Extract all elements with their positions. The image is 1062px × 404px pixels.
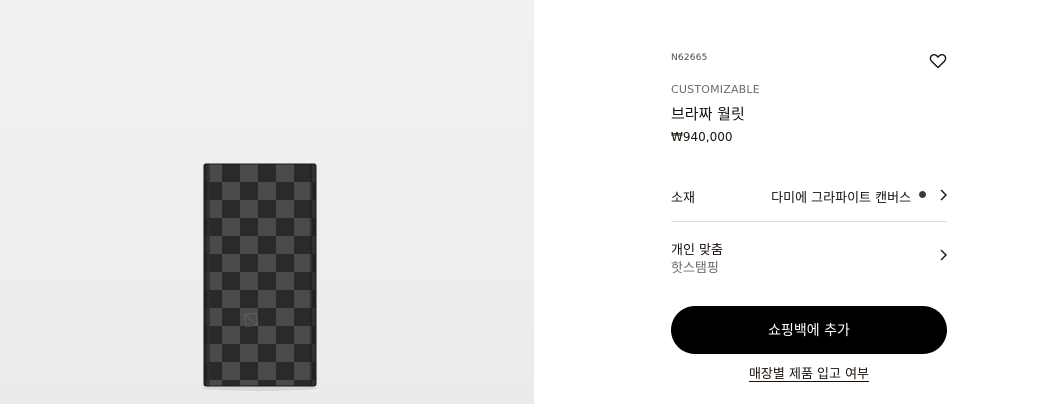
- product-info: N62665 CUSTOMIZABLE 브라짜 월릿 ₩940,000 소재 다…: [671, 0, 947, 404]
- material-selector[interactable]: 소재 다미에 그라파이트 캔버스: [671, 175, 947, 219]
- chevron-right-icon: [940, 189, 947, 201]
- personalization-sub: 핫스탬핑: [671, 261, 719, 276]
- personalization-selector[interactable]: 개인 맞춤 핫스탬핑: [671, 232, 947, 278]
- product-name: 브라짜 월릿: [671, 105, 745, 123]
- material-label: 소재: [671, 191, 695, 206]
- add-to-bag-button[interactable]: 쇼핑백에 추가: [671, 306, 947, 354]
- heart-icon: [929, 53, 947, 69]
- product-page: N62665 CUSTOMIZABLE 브라짜 월릿 ₩940,000 소재 다…: [0, 0, 1062, 404]
- store-availability-link[interactable]: 매장별 제품 입고 여부: [749, 367, 869, 382]
- personalization-label: 개인 맞춤: [671, 243, 723, 258]
- product-price: ₩940,000: [671, 130, 733, 144]
- product-image[interactable]: [196, 160, 322, 392]
- product-sku: N62665: [671, 53, 708, 63]
- wishlist-button[interactable]: [928, 51, 948, 71]
- material-swatch: [919, 191, 926, 198]
- chevron-right-icon: [940, 249, 947, 261]
- divider: [671, 221, 947, 222]
- store-availability: 매장별 제품 입고 여부: [671, 363, 947, 382]
- product-image-panel: [0, 0, 534, 404]
- product-tag: CUSTOMIZABLE: [671, 83, 760, 96]
- material-value: 다미에 그라파이트 캔버스: [771, 191, 911, 206]
